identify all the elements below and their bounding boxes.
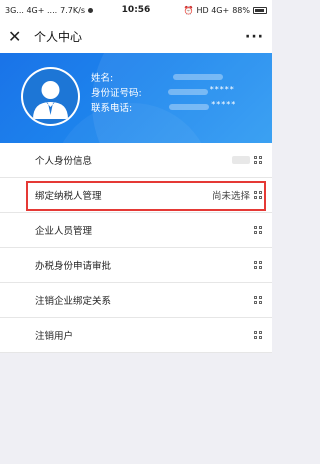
name-row: 姓名:: [91, 70, 236, 85]
menu-list: 个人身份信息 绑定纳税人管理 尚未选择 企业人员管理 办税身份申请审批 注销企业…: [0, 143, 272, 353]
phone-value: *****: [211, 100, 237, 109]
close-icon[interactable]: ✕: [8, 27, 28, 46]
grid-icon: [254, 261, 262, 269]
grid-icon: [254, 156, 262, 164]
profile-banner: 姓名: 身份证号码: ***** 联系电话: *****: [0, 53, 272, 143]
grid-icon: [254, 296, 262, 304]
menu-item-identity-approval[interactable]: 办税身份申请审批: [0, 248, 272, 283]
avatar: [21, 67, 80, 126]
menu-item-label: 注销企业绑定关系: [35, 296, 112, 307]
phone-row: 联系电话: *****: [91, 100, 236, 115]
menu-item-personal-info[interactable]: 个人身份信息: [0, 143, 272, 178]
battery-percent: 88%: [232, 5, 250, 15]
notification-icon: [88, 7, 94, 13]
phone-label: 联系电话:: [91, 103, 133, 114]
network-status: 3G... 4G+ .... 7.7K/s: [5, 6, 115, 15]
name-value-masked: [173, 74, 224, 80]
masked-value: [232, 156, 250, 164]
more-options-icon[interactable]: ···: [245, 29, 264, 45]
menu-item-staff-management[interactable]: 企业人员管理: [0, 213, 272, 248]
menu-item-label: 企业人员管理: [35, 226, 93, 237]
profile-info: 姓名: 身份证号码: ***** 联系电话: *****: [91, 70, 236, 115]
menu-item-label: 办税身份申请审批: [35, 261, 112, 272]
menu-item-label: 个人身份信息: [35, 156, 93, 167]
speed-text: 7.7K/s: [60, 5, 86, 15]
alarm-icon: ⏰: [183, 5, 194, 15]
status-bar: 3G... 4G+ .... 7.7K/s 10:56 ⏰ HD 4G+ 88%: [0, 0, 272, 20]
menu-item-label: 注销用户: [35, 331, 74, 342]
page-title: 个人中心: [34, 30, 83, 44]
grid-icon: [254, 331, 262, 339]
menu-item-cancel-binding[interactable]: 注销企业绑定关系: [0, 283, 272, 318]
person-icon: [23, 69, 78, 124]
menu-item-label: 绑定纳税人管理: [35, 191, 102, 202]
menu-item-bind-taxpayer[interactable]: 绑定纳税人管理 尚未选择: [0, 178, 272, 213]
id-value-masked: [167, 89, 208, 95]
menu-item-value: 尚未选择: [211, 191, 250, 202]
signal-text: 3G... 4G+ ....: [5, 5, 58, 15]
system-status: ⏰ HD 4G+ 88%: [184, 6, 267, 15]
phone-value-masked: [169, 104, 210, 110]
id-row: 身份证号码: *****: [91, 85, 236, 100]
grid-icon: [254, 191, 262, 199]
id-value: *****: [209, 85, 235, 94]
name-label: 姓名:: [91, 73, 114, 84]
menu-item-cancel-user[interactable]: 注销用户: [0, 318, 272, 353]
grid-icon: [254, 226, 262, 234]
network-type: HD 4G+: [196, 5, 230, 15]
battery-icon: [253, 6, 267, 14]
id-label: 身份证号码:: [91, 88, 142, 99]
nav-bar: ✕ 个人中心 ···: [0, 20, 272, 53]
